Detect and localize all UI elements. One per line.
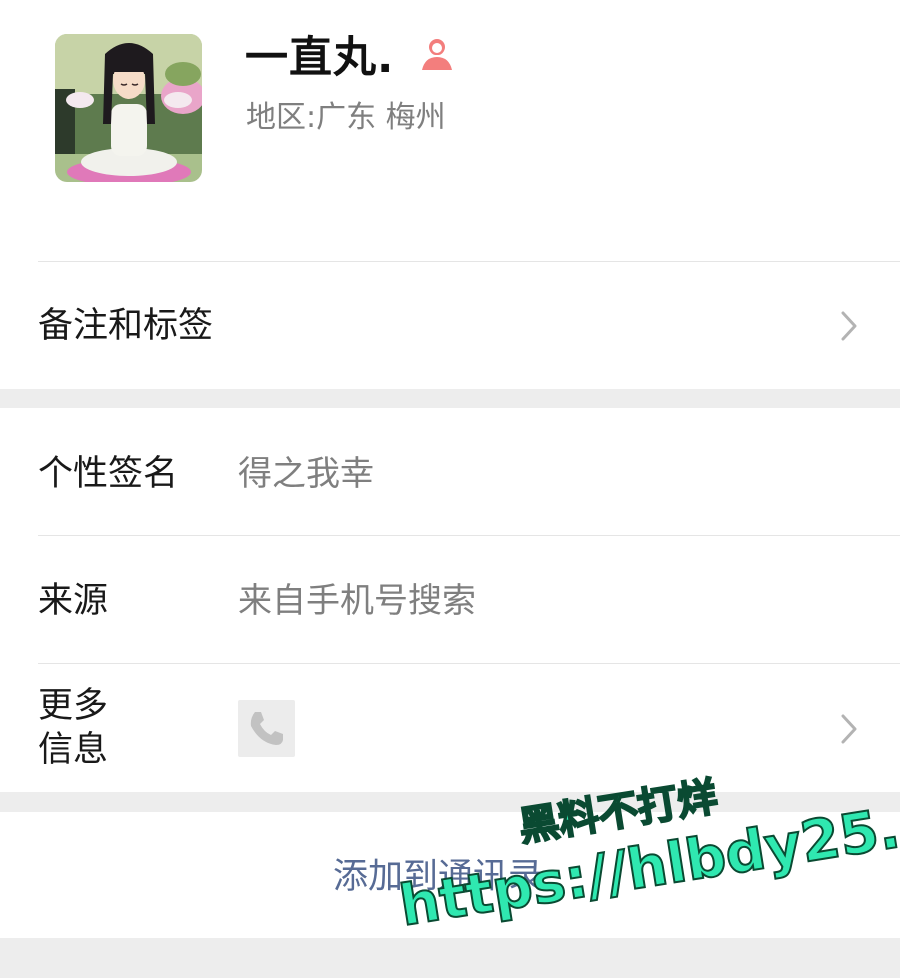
more-info-text: 更多 信息 xyxy=(38,686,108,770)
avatar[interactable] xyxy=(55,34,202,182)
region-value: 广东 梅州 xyxy=(316,100,446,135)
phone-icon[interactable] xyxy=(238,700,295,757)
profile-info-card: 个性签名 得之我幸 来源 来自手机号搜索 更多 信息 xyxy=(0,408,900,792)
chevron-right-icon[interactable] xyxy=(838,308,860,344)
region-line: 地区:广东 梅州 xyxy=(246,96,446,140)
signature-value: 得之我幸 xyxy=(238,454,374,494)
source-label: 来源 xyxy=(38,581,109,621)
avatar-image xyxy=(55,34,202,182)
more-info-line: 更多 xyxy=(38,686,109,726)
source-value: 来自手机号搜索 xyxy=(238,581,476,621)
chevron-right-icon[interactable] xyxy=(838,711,860,747)
contact-profile-page: 一直丸. 地区:广东 梅州 备注和标签 个性签名 得之我幸 来源 来自手机号搜索… xyxy=(0,0,900,978)
divider xyxy=(38,663,900,664)
divider xyxy=(38,535,900,536)
more-info-label[interactable]: 更多 信息 xyxy=(38,684,138,772)
profile-header-card: 一直丸. 地区:广东 梅州 备注和标签 xyxy=(0,0,900,389)
divider xyxy=(38,261,900,262)
remarks-tags-label[interactable]: 备注和标签 xyxy=(38,304,213,348)
region-label: 地区: xyxy=(246,100,317,135)
phone-glyph xyxy=(250,712,283,745)
action-card: 添加到通讯录 xyxy=(0,812,900,938)
signature-label: 个性签名 xyxy=(38,454,179,494)
contact-name: 一直丸. xyxy=(245,33,395,83)
more-info-line: 信息 xyxy=(38,730,109,770)
female-icon xyxy=(422,39,452,70)
add-to-contacts-button[interactable]: 添加到通讯录 xyxy=(333,852,543,902)
